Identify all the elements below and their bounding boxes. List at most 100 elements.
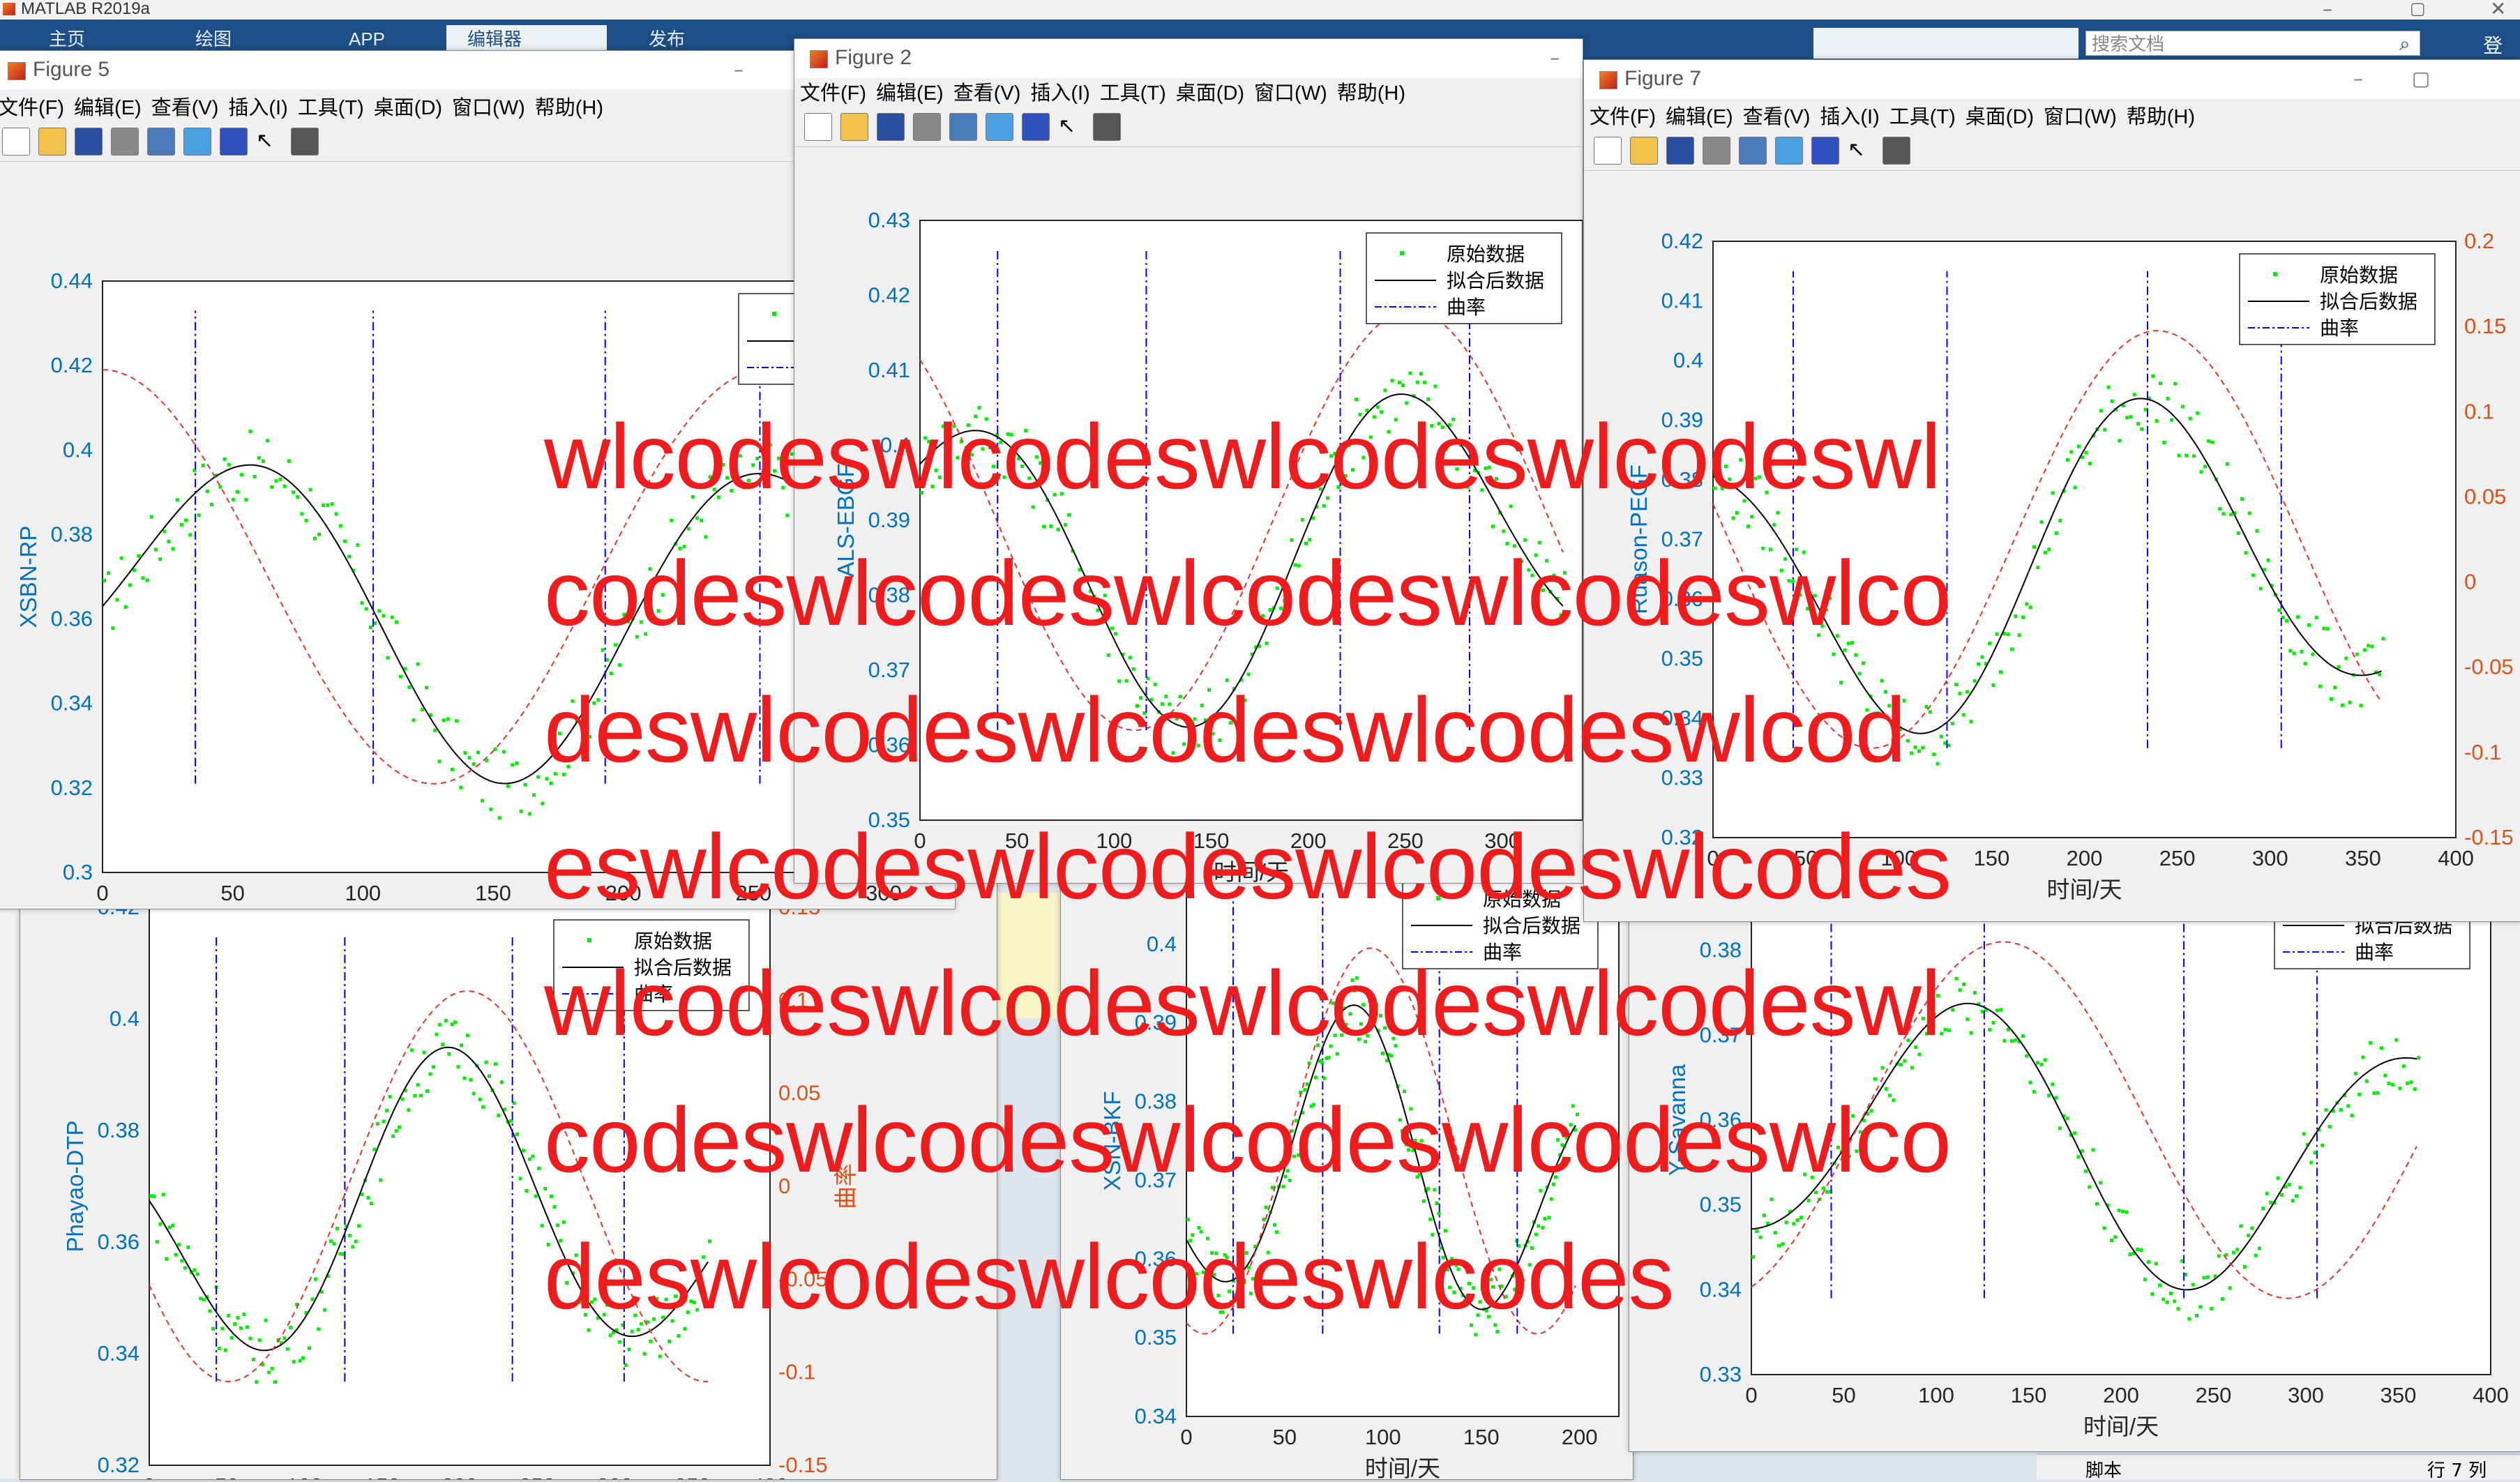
raw-data-point	[1980, 1010, 1984, 1014]
legend-icon[interactable]	[220, 128, 248, 156]
open-folder-icon[interactable]	[1630, 137, 1658, 165]
search-icon[interactable]: ⌕	[2399, 32, 2410, 56]
menu-file[interactable]: 文件(F)	[800, 77, 866, 106]
menu-help[interactable]: 帮助(H)	[2127, 100, 2195, 130]
menu-edit[interactable]: 编辑(E)	[876, 77, 944, 106]
minimize-icon[interactable]: –	[2337, 67, 2379, 90]
tab-editor[interactable]: 编辑器	[446, 25, 607, 53]
new-file-icon[interactable]	[1594, 137, 1622, 165]
raw-data-point	[519, 809, 523, 813]
minimize-icon[interactable]: –	[2323, 0, 2332, 20]
menu-edit[interactable]: 编辑(E)	[1666, 100, 1733, 130]
raw-data-point	[2303, 661, 2307, 665]
menu-window[interactable]: 窗口(W)	[452, 91, 525, 121]
tab-home[interactable]: 主页	[28, 25, 106, 53]
menu-window[interactable]: 窗口(W)	[2044, 100, 2117, 130]
raw-data-point	[442, 718, 446, 723]
raw-data-point	[437, 1022, 442, 1027]
menu-file[interactable]: 文件(F)	[1590, 100, 1656, 130]
raw-data-point	[2367, 644, 2371, 648]
raw-data-point	[2191, 1283, 2195, 1287]
menu-help[interactable]: 帮助(H)	[535, 91, 603, 121]
raw-data-point	[407, 1108, 411, 1112]
menu-insert[interactable]: 插入(I)	[1030, 77, 1089, 106]
open-folder-icon[interactable]	[38, 128, 66, 156]
raw-data-point	[467, 755, 471, 759]
raw-data-point	[2279, 1193, 2284, 1197]
menu-help[interactable]: 帮助(H)	[1337, 77, 1405, 106]
raw-data-point	[2401, 1064, 2406, 1068]
raw-data-point	[453, 1020, 458, 1024]
new-file-icon[interactable]	[804, 113, 832, 141]
print-preview-icon[interactable]	[1739, 137, 1767, 165]
menu-file[interactable]: 文件(F)	[0, 91, 64, 121]
matlab-logo-icon	[1599, 71, 1617, 89]
save-icon[interactable]	[877, 113, 905, 141]
menu-desktop[interactable]: 桌面(D)	[374, 91, 442, 121]
x-tick-label: 100	[1365, 1425, 1401, 1449]
pointer-icon[interactable]: ↖	[1058, 114, 1085, 140]
menu-desktop[interactable]: 桌面(D)	[1966, 100, 2034, 130]
raw-data-point	[2369, 1041, 2373, 1045]
print-preview-icon[interactable]	[147, 128, 175, 156]
menu-window[interactable]: 窗口(W)	[1254, 77, 1327, 106]
save-icon[interactable]	[75, 128, 103, 156]
print-preview-icon[interactable]	[949, 113, 977, 141]
minimize-icon[interactable]: –	[718, 58, 760, 81]
open-folder-icon[interactable]	[840, 113, 868, 141]
raw-data-point	[2028, 605, 2032, 610]
raw-data-point	[165, 1257, 169, 1261]
menu-insert[interactable]: 插入(I)	[228, 91, 287, 121]
menu-tools[interactable]: 工具(T)	[1889, 100, 1956, 130]
tab-publish[interactable]: 发布	[628, 25, 706, 53]
legend-icon[interactable]	[1022, 113, 1050, 141]
raw-data-point	[240, 473, 244, 477]
tab-apps[interactable]: APP	[328, 25, 406, 53]
menu-insert[interactable]: 插入(I)	[1820, 100, 1879, 130]
save-icon[interactable]	[1666, 137, 1694, 165]
raw-data-point	[1950, 722, 1954, 726]
menu-desktop[interactable]: 桌面(D)	[1176, 77, 1244, 106]
menu-edit[interactable]: 编辑(E)	[74, 91, 142, 121]
menu-view[interactable]: 查看(V)	[151, 91, 219, 121]
raw-data-point	[416, 662, 420, 666]
search-input[interactable]: 搜索文档	[2085, 31, 2420, 56]
pointer-icon[interactable]: ↖	[256, 128, 282, 155]
tab-plots[interactable]: 绘图	[174, 25, 252, 53]
watermark-line: deswlcodeswlcodeswlcodeswlcod	[544, 679, 1906, 781]
print-icon[interactable]	[1703, 137, 1730, 165]
property-editor-icon[interactable]	[1883, 137, 1910, 165]
colorbar-icon[interactable]	[1775, 137, 1803, 165]
menu-tools[interactable]: 工具(T)	[298, 91, 364, 121]
property-editor-icon[interactable]	[291, 128, 319, 156]
property-editor-icon[interactable]	[1093, 113, 1121, 141]
y2-tick-label: 0	[2464, 570, 2476, 594]
raw-data-point	[413, 1094, 417, 1098]
legend-icon[interactable]	[1811, 137, 1839, 165]
print-icon[interactable]	[913, 113, 941, 141]
menu-view[interactable]: 查看(V)	[953, 77, 1021, 106]
colorbar-icon[interactable]	[986, 113, 1013, 141]
raw-data-point	[2307, 623, 2311, 627]
minimize-icon[interactable]: –	[1534, 46, 1576, 69]
close-icon[interactable]: ✕	[2490, 0, 2506, 20]
y2-tick-label: 0.05	[2464, 484, 2506, 508]
raw-data-point	[465, 1034, 469, 1038]
menu-tools[interactable]: 工具(T)	[1100, 77, 1166, 106]
x-tick-label: 250	[2196, 1383, 2232, 1407]
raw-data-point	[133, 568, 137, 573]
maximize-icon[interactable]: ▢	[2400, 67, 2442, 90]
figure-title: Figure 7	[1624, 67, 1702, 90]
raw-data-point	[342, 539, 347, 543]
print-icon[interactable]	[111, 128, 139, 156]
raw-data-point	[2390, 1082, 2394, 1087]
raw-data-point	[167, 539, 171, 543]
raw-data-point	[128, 583, 132, 587]
pointer-icon[interactable]: ↖	[1848, 137, 1874, 164]
maximize-icon[interactable]: ▢	[2410, 0, 2426, 18]
menu-view[interactable]: 查看(V)	[1743, 100, 1811, 130]
raw-data-point	[322, 504, 326, 508]
colorbar-icon[interactable]	[183, 128, 211, 156]
raw-data-point	[2065, 1117, 2069, 1121]
new-file-icon[interactable]	[2, 128, 30, 156]
